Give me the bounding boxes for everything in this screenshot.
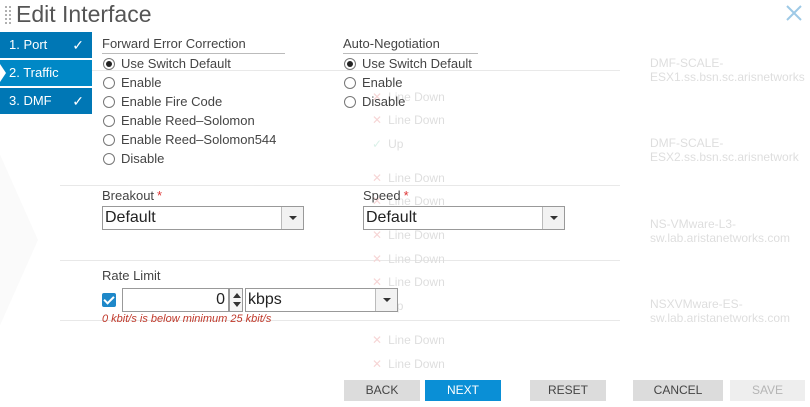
- bg-status: ✕ Line Down: [372, 113, 445, 127]
- step-port[interactable]: 1. Port ✓: [0, 32, 92, 58]
- wizard-steps: 1. Port ✓ 2. Traffic 3. DMF ✓: [0, 32, 92, 116]
- rate-unit-select[interactable]: kbps: [245, 288, 398, 312]
- step-label: 2. Traffic: [9, 65, 59, 80]
- x-icon: ✕: [372, 252, 383, 266]
- speed-select[interactable]: Default: [363, 206, 565, 230]
- bg-status: ✕ Line Down: [372, 171, 445, 185]
- reset-button[interactable]: RESET: [530, 380, 606, 401]
- drag-handle-icon[interactable]: [4, 5, 12, 25]
- check-icon: ✓: [72, 37, 84, 53]
- background-chevron: [0, 150, 38, 330]
- speed-label: Speed *: [363, 188, 409, 203]
- rate-unit-value: kbps: [248, 291, 282, 308]
- rate-limit-label: Rate Limit: [102, 268, 161, 283]
- x-icon: ✕: [372, 171, 383, 185]
- step-label: 3. DMF: [9, 93, 52, 108]
- chevron-down-icon[interactable]: [542, 207, 564, 229]
- cancel-button[interactable]: CANCEL: [633, 380, 723, 401]
- next-button[interactable]: NEXT: [425, 380, 501, 401]
- breakout-label: Breakout *: [102, 188, 163, 203]
- spinner-up-icon[interactable]: [233, 293, 241, 298]
- bg-host: NS-VMware-L3- sw.lab.aristanetworks.com: [650, 217, 791, 245]
- dialog-title-bar: Edit Interface: [0, 0, 810, 30]
- step-label: 1. Port: [9, 37, 48, 52]
- radio-button[interactable]: [344, 95, 356, 108]
- bg-host: DMF-SCALE- ESX2.ss.bsn.sc.arisnetwork: [650, 136, 799, 164]
- rate-limit-input[interactable]: 0: [122, 288, 229, 312]
- chevron-down-icon[interactable]: [375, 289, 397, 311]
- active-step-indicator: [0, 64, 6, 82]
- bg-status: ✕ Line Down: [372, 275, 445, 289]
- fec-option-reed-solomon[interactable]: Enable Reed–Solomon: [103, 113, 255, 128]
- step-dmf[interactable]: 3. DMF ✓: [0, 88, 92, 114]
- autoneg-option-use-switch-default[interactable]: Use Switch Default: [344, 56, 472, 71]
- required-marker: *: [403, 188, 409, 203]
- save-button[interactable]: SAVE: [730, 380, 805, 401]
- bg-divider: [60, 260, 620, 261]
- bg-status: ✕ Line Down: [372, 252, 445, 266]
- radio-button[interactable]: [103, 57, 115, 70]
- x-icon: ✕: [372, 113, 383, 127]
- bg-divider: [60, 185, 620, 186]
- radio-button[interactable]: [103, 95, 115, 108]
- dialog-title: Edit Interface: [16, 1, 152, 27]
- rate-limit-checkbox[interactable]: [102, 293, 116, 307]
- fec-option-disable[interactable]: Disable: [103, 151, 164, 166]
- x-icon: ✕: [372, 228, 383, 242]
- radio-button[interactable]: [344, 76, 356, 89]
- bg-status: ✓Up: [372, 137, 404, 151]
- autoneg-option-disable[interactable]: Disable: [344, 94, 405, 109]
- bg-status: ✕ Line Down: [372, 333, 445, 347]
- fec-option-reed-solomon544[interactable]: Enable Reed–Solomon544: [103, 132, 276, 147]
- radio-button[interactable]: [344, 57, 356, 70]
- autoneg-option-enable[interactable]: Enable: [344, 75, 402, 90]
- chevron-down-icon[interactable]: [281, 207, 303, 229]
- autoneg-divider: [343, 53, 478, 54]
- step-traffic[interactable]: 2. Traffic: [0, 60, 92, 86]
- breakout-value: Default: [105, 209, 156, 226]
- fec-divider: [102, 53, 285, 54]
- spinner-down-icon[interactable]: [233, 302, 241, 307]
- fec-option-enable-fire-code[interactable]: Enable Fire Code: [103, 94, 222, 109]
- autoneg-label: Auto-Negotiation: [343, 36, 440, 51]
- radio-button[interactable]: [103, 76, 115, 89]
- radio-button[interactable]: [103, 114, 115, 127]
- x-icon: ✕: [372, 333, 383, 347]
- bg-status: ✕ Line Down: [372, 357, 445, 371]
- check-icon: ✓: [372, 137, 383, 151]
- fec-option-use-switch-default[interactable]: Use Switch Default: [103, 56, 231, 71]
- fec-label: Forward Error Correction: [102, 36, 246, 51]
- fec-option-enable[interactable]: Enable: [103, 75, 161, 90]
- check-icon: ✓: [72, 93, 84, 109]
- required-marker: *: [157, 188, 163, 203]
- breakout-select[interactable]: Default: [102, 206, 304, 230]
- rate-limit-error: 0 kbit/s is below minimum 25 kbit/s: [102, 313, 272, 325]
- radio-button[interactable]: [103, 133, 115, 146]
- x-icon: ✕: [372, 275, 383, 289]
- bg-host: DMF-SCALE- ESX1.ss.bsn.sc.arisnetworks: [650, 56, 805, 84]
- x-icon: ✕: [372, 357, 383, 371]
- bg-status: ✕ Line Down: [372, 228, 445, 242]
- close-icon[interactable]: [784, 3, 804, 23]
- speed-value: Default: [366, 209, 417, 226]
- radio-button[interactable]: [103, 152, 115, 165]
- rate-limit-spinner[interactable]: [229, 288, 243, 312]
- bg-host: NSXVMware-ES-sw.lab.aristanetworks.com: [650, 297, 791, 325]
- back-button[interactable]: BACK: [344, 380, 420, 401]
